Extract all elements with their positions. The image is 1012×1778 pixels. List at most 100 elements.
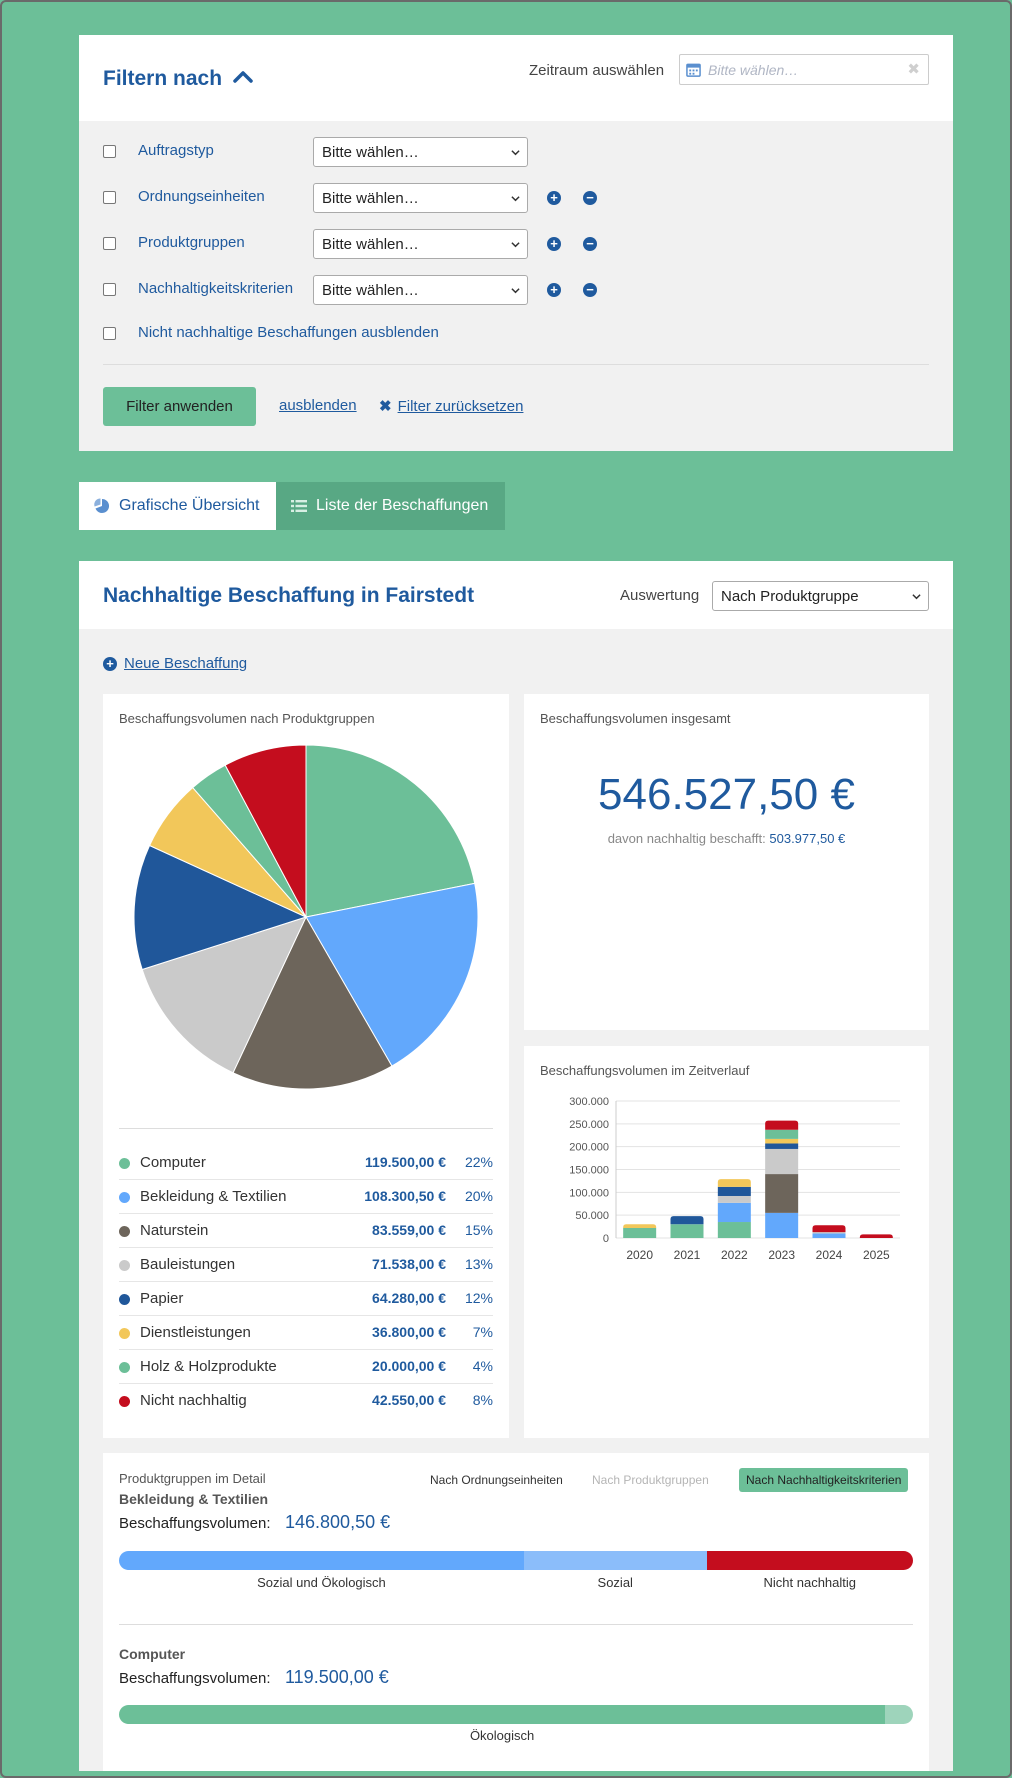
tab-graphical-overview[interactable]: Grafische Übersicht: [79, 482, 276, 530]
close-icon: ✖: [379, 398, 392, 415]
bar-segment-sozial-und-ökologisch[interactable]: [119, 1551, 524, 1570]
detail-group-name: Bekleidung & Textilien: [119, 1491, 269, 1507]
bar-2023-series-3[interactable]: [765, 1148, 799, 1175]
bar-2020-series-0[interactable]: [623, 1227, 657, 1238]
detail-group-computer: Computer Beschaffungsvolumen: 119.500,00…: [119, 1646, 913, 1756]
legend-percent: 12%: [464, 1290, 493, 1306]
bar-2024-series-1[interactable]: [812, 1233, 846, 1238]
evaluation-select[interactable]: Nach Produktgruppe: [712, 581, 929, 611]
bar-2020-series-5[interactable]: [623, 1224, 657, 1228]
bar-2021-series-0[interactable]: [670, 1224, 704, 1238]
date-range-input[interactable]: Bitte wählen… ✖: [679, 54, 929, 85]
legend-dot: [119, 1294, 130, 1305]
legend-value: 71.538,00 €: [372, 1256, 446, 1272]
bar-segment-label: Sozial und Ökologisch: [257, 1575, 386, 1590]
clear-icon[interactable]: ✖: [907, 60, 920, 78]
bar-segment-label: Nicht nachhaltig: [763, 1575, 857, 1590]
y-tick-label: 250.000: [569, 1119, 609, 1131]
total-volume-value: 546.527,50 €: [598, 770, 855, 819]
plus-circle-icon[interactable]: +: [547, 191, 561, 205]
legend-value: 42.550,00 €: [372, 1392, 446, 1408]
bar-2025-series-7[interactable]: [859, 1234, 893, 1238]
filter-row-produktgruppen: Produktgruppen Bitte wählen… + −: [103, 229, 923, 259]
hide-unsustainable-label: Nicht nachhaltige Beschaffungen ausblend…: [138, 324, 439, 341]
minus-circle-icon[interactable]: −: [583, 237, 597, 251]
tab-by-sustainability-criteria[interactable]: Nach Nachhaltigkeitskriterien: [739, 1468, 909, 1492]
bar-2022-series-4[interactable]: [717, 1186, 751, 1196]
detail-volume-value: 146.800,50 €: [285, 1512, 391, 1532]
bar-2023-series-5[interactable]: [765, 1138, 799, 1144]
bar-2023-series-6[interactable]: [765, 1129, 799, 1139]
legend-percent: 4%: [472, 1358, 493, 1374]
plus-circle-icon[interactable]: +: [547, 237, 561, 251]
filter-row-ordnungseinheiten: Ordnungseinheiten Bitte wählen… + −: [103, 183, 923, 213]
chevron-up-icon[interactable]: [231, 65, 255, 89]
bar-2023-series-7[interactable]: [765, 1120, 799, 1130]
legend-label: Nicht nachhaltig: [140, 1392, 247, 1409]
date-range-placeholder: Bitte wählen…: [708, 62, 799, 78]
minus-circle-icon[interactable]: −: [583, 191, 597, 205]
chevron-down-icon: [511, 288, 520, 294]
select-nachhaltigkeitskriterien[interactable]: Bitte wählen…: [313, 275, 528, 305]
minus-circle-icon[interactable]: −: [583, 283, 597, 297]
bar-2022-series-1[interactable]: [717, 1202, 751, 1223]
bar-2023-series-4[interactable]: [765, 1143, 799, 1149]
legend-percent: 22%: [464, 1154, 493, 1170]
filter-row-auftragstyp: Auftragstyp Bitte wählen…: [103, 137, 923, 167]
tab-procurement-list-label: Liste der Beschaffungen: [316, 497, 489, 514]
plus-circle-icon: +: [103, 657, 117, 671]
x-tick-label: 2025: [863, 1248, 890, 1262]
legend-dot: [119, 1158, 130, 1169]
bar-2022-series-3[interactable]: [717, 1195, 751, 1203]
bar-2023-series-2[interactable]: [765, 1174, 799, 1213]
detail-panel-label: Produktgruppen im Detail: [119, 1471, 266, 1486]
divider: [119, 1624, 913, 1625]
tab-procurement-list[interactable]: Liste der Beschaffungen: [276, 482, 505, 530]
select-auftragstyp[interactable]: Bitte wählen…: [313, 137, 528, 167]
legend-label: Bauleistungen: [140, 1256, 236, 1273]
legend-dot: [119, 1362, 130, 1373]
divider: [119, 1128, 493, 1129]
checkbox-auftragstyp[interactable]: [103, 145, 116, 158]
main-card: Nachhaltige Beschaffung in Fairstedt Aus…: [79, 561, 953, 1771]
bar-2024-series-3[interactable]: [812, 1232, 846, 1234]
bar-2022-series-0[interactable]: [717, 1222, 751, 1238]
select-produktgruppen[interactable]: Bitte wählen…: [313, 229, 528, 259]
sustainable-volume-label: davon nachhaltig beschafft:: [607, 831, 766, 846]
bar-segment-sozial[interactable]: [523, 1551, 707, 1570]
checkbox-nachhaltigkeitskriterien[interactable]: [103, 283, 116, 296]
y-tick-label: 150.000: [569, 1165, 609, 1177]
bar-segment-rest[interactable]: [885, 1705, 913, 1724]
bar-2023-series-1[interactable]: [765, 1212, 799, 1238]
legend-item-naturstein: Naturstein 83.559,00 € 15%: [119, 1214, 493, 1248]
select-value: Bitte wählen…: [322, 144, 419, 161]
legend-value: 20.000,00 €: [372, 1358, 446, 1374]
new-procurement-label: Neue Beschaffung: [124, 655, 248, 672]
tab-by-product-group[interactable]: Nach Produktgruppen: [585, 1468, 716, 1492]
select-ordnungseinheiten[interactable]: Bitte wählen…: [313, 183, 528, 213]
bar-2021-series-4[interactable]: [670, 1216, 704, 1225]
checkbox-ordnungseinheiten[interactable]: [103, 191, 116, 204]
checkbox-hide-unsustainable[interactable]: [103, 327, 116, 340]
tab-by-organizational-unit[interactable]: Nach Ordnungseinheiten: [423, 1468, 570, 1492]
legend-label: Papier: [140, 1290, 184, 1307]
legend-item-bekleidung-and-textilien: Bekleidung & Textilien 108.300,50 € 20%: [119, 1180, 493, 1214]
bar-2022-series-5[interactable]: [717, 1179, 751, 1187]
y-tick-label: 200.000: [569, 1142, 609, 1154]
plus-circle-icon[interactable]: +: [547, 283, 561, 297]
bar-segment-ökologisch[interactable]: [119, 1705, 886, 1724]
filter-title[interactable]: Filtern nach: [103, 67, 222, 91]
legend-value: 36.800,00 €: [372, 1324, 446, 1340]
list-icon: [291, 500, 307, 512]
bar-2024-series-7[interactable]: [812, 1225, 846, 1233]
legend-percent: 13%: [464, 1256, 493, 1272]
bar-segment-nicht-nachhaltig[interactable]: [706, 1551, 913, 1570]
reset-filter-link[interactable]: ✖ Filter zurücksetzen: [379, 397, 523, 415]
apply-filter-button[interactable]: Filter anwenden: [103, 387, 256, 426]
new-procurement-link[interactable]: + Neue Beschaffung: [103, 655, 247, 672]
hide-filter-link[interactable]: ausblenden: [279, 397, 357, 414]
checkbox-produktgruppen[interactable]: [103, 237, 116, 250]
y-tick-label: 300.000: [569, 1096, 609, 1108]
select-value: Bitte wählen…: [322, 282, 419, 299]
sustainability-bar: [119, 1551, 913, 1570]
